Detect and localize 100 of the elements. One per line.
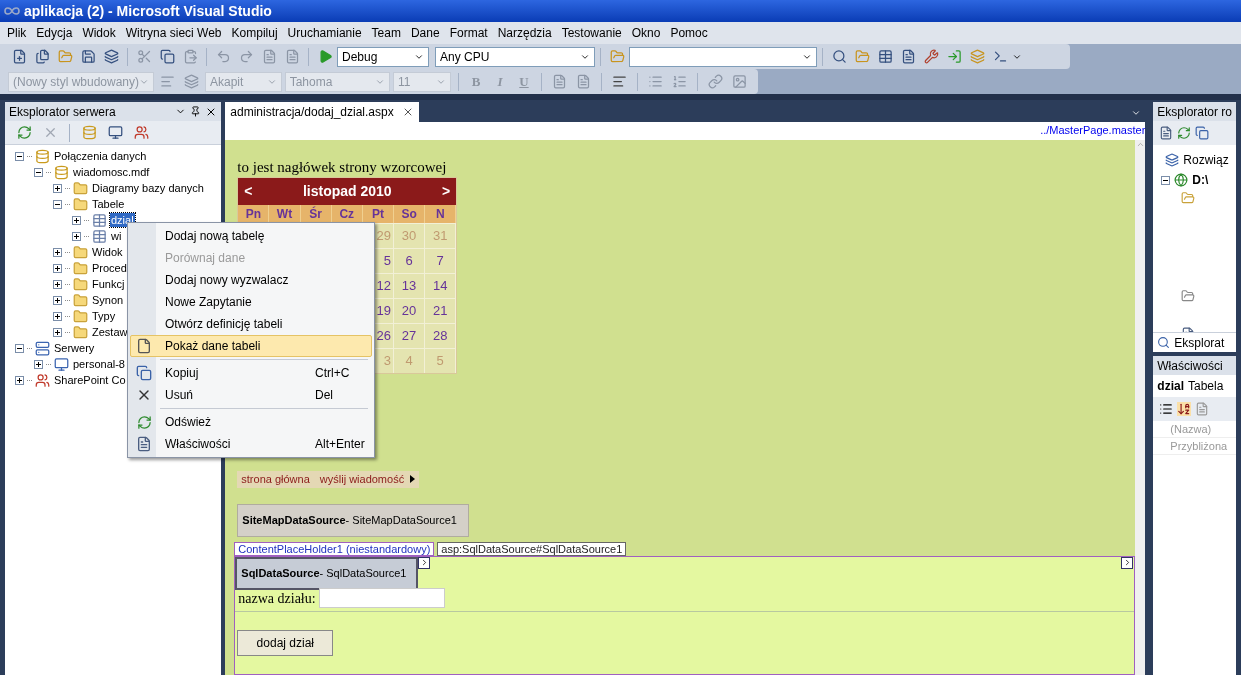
tree-item[interactable]: Rozwiąz <box>1183 151 1229 169</box>
context-menu-item[interactable]: Odśwież <box>130 411 372 433</box>
solution-icon <box>1165 153 1180 167</box>
calendar-day[interactable]: 13 <box>394 274 426 298</box>
field-label: nazwa działu: <box>238 589 316 608</box>
tree-item[interactable]: Synon <box>91 293 125 307</box>
tree-item[interactable]: Widok <box>91 245 124 259</box>
folder-icon <box>1181 289 1196 303</box>
calendar-day[interactable]: 14 <box>425 274 457 298</box>
context-menu-item[interactable]: Usuń Del <box>130 384 372 406</box>
calendar-day[interactable]: 28 <box>425 324 457 348</box>
tree-item[interactable]: Proced <box>91 261 128 275</box>
expand-toggle[interactable] <box>53 295 62 305</box>
refresh-icon <box>136 414 152 430</box>
object-type: Tabela <box>1187 378 1224 395</box>
tree-item[interactable]: Funkcj <box>91 277 126 291</box>
sort-alphabetical-icon[interactable] <box>1177 402 1192 416</box>
tree-item[interactable]: wiadomosc.mdf <box>72 165 151 179</box>
folder-icon <box>73 292 88 308</box>
sql-datasource-control[interactable]: SqlDataSource- SqlDataSource1 <box>235 556 419 590</box>
calendar-day[interactable]: 27 <box>394 324 426 348</box>
menu-item[interactable]: Okno <box>626 24 666 42</box>
panel-tab[interactable]: Eksplorat <box>1174 333 1225 352</box>
weekday-header: So <box>394 205 426 223</box>
tree-item[interactable]: Diagramy bazy danych <box>91 181 205 195</box>
menu-item[interactable]: Testowanie <box>556 24 627 42</box>
configuration-dropdown[interactable]: Debug <box>337 46 429 67</box>
tab-menu-icon[interactable] <box>1131 108 1142 118</box>
menu-item[interactable]: Dane <box>405 24 445 42</box>
menu-item[interactable]: Pomoc <box>665 24 713 42</box>
menu-item[interactable]: Narzędzia <box>492 24 557 42</box>
tree-item[interactable]: D:\ <box>1192 171 1209 189</box>
expand-toggle[interactable] <box>72 231 81 241</box>
tree-item[interactable]: Połączenia danych <box>53 149 148 163</box>
tree-item[interactable]: personal-8 <box>72 357 126 371</box>
sitemap-datasource-control[interactable]: SiteMapDataSource- SiteMapDataSource1 <box>237 503 470 537</box>
categorized-icon[interactable] <box>1159 402 1174 416</box>
menu-link[interactable]: wyślij wiadomość <box>315 471 409 488</box>
expand-toggle[interactable] <box>53 263 62 273</box>
folder-icon <box>73 180 88 196</box>
expand-toggle[interactable] <box>53 327 62 337</box>
window-title: aplikacja (2) - Microsoft Visual Studio <box>24 1 272 21</box>
expand-toggle[interactable] <box>34 359 43 369</box>
menu-item[interactable]: Witryna sieci Web <box>120 24 227 42</box>
calendar-day[interactable]: 7 <box>425 249 457 273</box>
tree-item[interactable]: SharePoint Co <box>53 373 127 387</box>
text-field[interactable] <box>318 588 445 608</box>
expand-toggle[interactable] <box>53 247 62 257</box>
expand-toggle[interactable] <box>72 215 81 225</box>
menu-item[interactable]: Kompiluj <box>226 24 283 42</box>
collapse-toggle[interactable] <box>1161 175 1171 185</box>
menu-link[interactable]: strona główna <box>237 471 314 488</box>
property-name: Przybliżona <box>1153 438 1236 455</box>
calendar-day[interactable]: 20 <box>394 299 426 323</box>
folder-icon <box>1181 191 1196 205</box>
tree-item[interactable]: wi <box>110 229 123 243</box>
vertical-scrollbar[interactable] <box>1135 140 1146 675</box>
expand-toggle[interactable] <box>53 279 62 289</box>
collapse-toggle[interactable] <box>15 151 24 161</box>
context-menu-item[interactable]: Właściwości Alt+Enter <box>130 433 372 455</box>
object-name: dzial <box>1157 378 1184 395</box>
find-dropdown[interactable] <box>629 46 817 67</box>
collapse-toggle[interactable] <box>15 343 24 353</box>
context-menu-item[interactable]: Pokaż dane tabeli <box>130 335 372 357</box>
menu-item[interactable]: Format <box>444 24 493 42</box>
expand-toggle[interactable] <box>53 311 62 321</box>
refresh-icon[interactable] <box>1177 126 1192 140</box>
panel-title: Eksplorator serwera <box>9 103 116 121</box>
tree-item[interactable]: Typy <box>91 309 117 323</box>
next-month-link[interactable]: > <box>442 181 451 202</box>
property-name: (Nazwa) <box>1153 421 1236 438</box>
table-icon <box>92 212 107 228</box>
menu-item[interactable]: Uruchamianie <box>282 24 367 42</box>
expand-toggle[interactable] <box>15 375 24 385</box>
document-tab[interactable]: administracja/dodaj_dzial.aspx <box>225 102 419 122</box>
expand-toggle[interactable] <box>53 183 62 193</box>
platform-dropdown[interactable]: Any CPU <box>435 46 595 67</box>
menu-item[interactable]: Team <box>366 24 406 42</box>
tree-item[interactable]: Zestaw <box>91 325 129 339</box>
menu-item[interactable]: Widok <box>77 24 121 42</box>
previous-month-link[interactable]: < <box>244 181 253 202</box>
folder-icon <box>73 276 88 292</box>
collapse-toggle[interactable] <box>53 199 62 209</box>
tree-item[interactable]: Tabele <box>91 197 126 211</box>
pin-icon[interactable] <box>190 106 202 117</box>
calendar-title: listopad 2010 <box>302 182 392 201</box>
selection-tag: asp:SqlDataSource#SqlDataSource1 <box>437 541 627 556</box>
calendar-day[interactable]: 21 <box>425 299 457 323</box>
calendar-day[interactable]: 6 <box>394 249 426 273</box>
panel-title: Eksplorator ro <box>1157 103 1232 121</box>
submenu-arrow-icon <box>410 475 416 484</box>
placeholder-tag: ContentPlaceHolder1 (niestandardowy) <box>234 541 435 556</box>
menu-item[interactable]: Edycja <box>31 24 78 42</box>
collapse-toggle[interactable] <box>34 167 43 177</box>
add-department-button[interactable]: dodaj dział <box>237 629 334 656</box>
panel-title: Właściwości <box>1157 357 1223 375</box>
tree-item[interactable]: Serwery <box>53 341 96 355</box>
infinity-icon <box>4 6 20 16</box>
menu-item[interactable]: Plik <box>2 24 32 42</box>
copy-icon <box>136 365 152 381</box>
